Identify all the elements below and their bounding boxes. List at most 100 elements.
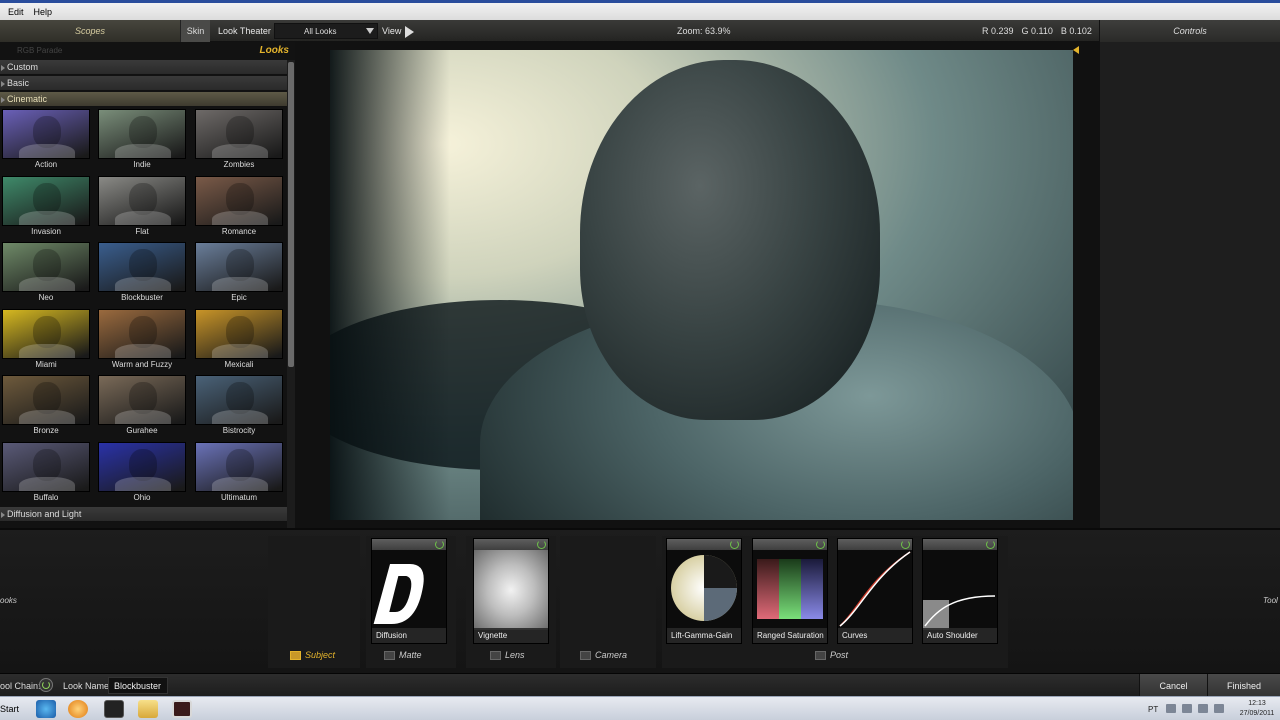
look-thumbnail[interactable]: Buffalo [0,441,92,506]
lens-icon [490,650,501,660]
category-basic[interactable]: Basic [0,76,287,91]
tool-ranged-saturation[interactable]: Ranged Saturation [752,538,828,644]
section-label-lens[interactable]: Lens [490,648,525,662]
power-icon[interactable] [537,540,546,549]
red-bar-icon [757,559,779,619]
flag-icon[interactable] [1198,704,1208,713]
language-indicator[interactable]: PT [1148,697,1158,720]
looks-scrollbar[interactable] [287,60,295,528]
category-diffusion-and-light[interactable]: Diffusion and Light [0,507,287,522]
look-thumbnail[interactable]: Zombies [193,109,285,173]
category-custom[interactable]: Custom [0,60,287,75]
section-label-post[interactable]: Post [815,648,848,662]
tool-chain-area: ooks Tool Diffusion Vignette Lift-Gamma-… [0,528,1280,673]
taskbar: Start PT 12:13 27/09/2011 [0,696,1280,720]
section-label-text: Lens [505,650,525,660]
preview-image[interactable] [330,50,1073,520]
marker-icon[interactable] [1073,46,1079,54]
look-thumbnail[interactable]: Bronze [0,375,92,439]
look-thumbnail[interactable]: Neo [0,242,92,306]
skin-button[interactable]: Skin [180,20,210,42]
tool-lift-gamma-gain[interactable]: Lift-Gamma-Gain [666,538,742,644]
look-thumbnail-label: Flat [135,226,149,236]
side-label-tools[interactable]: Tool [1263,596,1278,605]
look-thumbnail[interactable]: Ultimatum [193,441,285,506]
look-thumbnail[interactable]: Blockbuster [96,242,188,306]
tool-vignette[interactable]: Vignette [473,538,549,644]
network-icon[interactable] [1166,704,1176,713]
menu-help[interactable]: Help [34,7,53,17]
look-thumbnail[interactable]: Ohio [96,441,188,506]
look-thumbnail-label: Blockbuster [121,293,163,302]
look-thumbnail[interactable]: Indie [96,109,188,173]
preview-body [212,343,268,358]
section-label-subject[interactable]: Subject [290,648,335,662]
look-thumbnail[interactable]: Invasion [0,175,92,240]
power-icon[interactable] [435,540,444,549]
clock[interactable]: 12:13 27/09/2011 [1234,699,1280,719]
r-value: R 0.239 [982,26,1014,36]
look-filter-select[interactable]: All Looks [274,23,378,39]
look-name-field[interactable]: Blockbuster [108,677,168,694]
menu-bar: Edit Help [0,0,1280,20]
expand-triangle-icon [1,65,5,71]
power-toggle-icon[interactable] [39,678,53,692]
power-icon[interactable] [901,540,910,549]
scroll-thumb[interactable] [288,62,294,367]
look-thumbnail-label: Romance [221,226,257,236]
look-preview-image [98,441,186,492]
preview-body [19,277,75,291]
controls-tab[interactable]: Controls [1099,20,1280,42]
look-thumbnail[interactable]: Epic [193,242,285,306]
look-thumbnail[interactable]: Miami [0,308,92,373]
tool-header [474,539,548,550]
look-thumbnail[interactable]: Flat [96,175,188,240]
app-icon[interactable] [172,700,192,718]
tool-header [667,539,741,550]
image-viewer [295,42,1099,528]
menu-edit[interactable]: Edit [8,7,24,17]
look-thumbnail[interactable]: Mexicali [193,308,285,373]
category-label: Basic [7,78,30,88]
cancel-button[interactable]: Cancel [1139,674,1207,697]
play-icon[interactable] [405,26,414,38]
power-icon[interactable] [730,540,739,549]
tool-curves[interactable]: Curves [837,538,913,644]
power-icon[interactable] [986,540,995,549]
preview-body [115,210,171,225]
folder-icon[interactable] [138,700,158,718]
power-icon[interactable] [816,540,825,549]
look-thumbnail[interactable]: Action [0,109,92,173]
terminal-icon[interactable] [104,700,124,718]
volume-icon[interactable] [1214,704,1224,713]
expand-triangle-icon [1,512,5,518]
look-preview-image [195,242,283,292]
finished-button[interactable]: Finished [1207,674,1280,697]
side-label-looks[interactable]: ooks [0,596,17,605]
preview-body [115,410,171,424]
look-preview-image [2,109,90,159]
look-preview-image [2,242,90,292]
section-label-matte[interactable]: Matte [384,648,422,662]
media-player-icon[interactable] [68,700,88,718]
look-thumbnail-label: Neo [38,293,54,302]
view-button[interactable]: View [382,20,401,42]
scopes-tab[interactable]: Scopes [0,20,180,42]
monitor-icon[interactable] [1182,704,1192,713]
look-thumbnail-label: Action [34,160,58,169]
tool-header [372,539,446,550]
look-thumbnail[interactable]: Bistrocity [193,375,285,439]
clock-date: 27/09/2011 [1239,710,1275,717]
category-cinematic[interactable]: Cinematic [0,92,287,107]
tool-auto-shoulder[interactable]: Auto Shoulder [922,538,998,644]
section-label-camera[interactable]: Camera [580,648,627,662]
tool-diffusion[interactable]: Diffusion [371,538,447,644]
look-preview-image [195,441,283,492]
tool-name: Auto Shoulder [923,628,997,643]
look-thumbnail[interactable]: Gurahee [96,375,188,439]
look-thumbnail[interactable]: Warm and Fuzzy [96,308,188,373]
start-button[interactable]: Start [0,697,24,720]
ie-icon[interactable] [36,700,56,718]
tool-name: Ranged Saturation [753,628,827,643]
look-thumbnail[interactable]: Romance [193,175,285,240]
